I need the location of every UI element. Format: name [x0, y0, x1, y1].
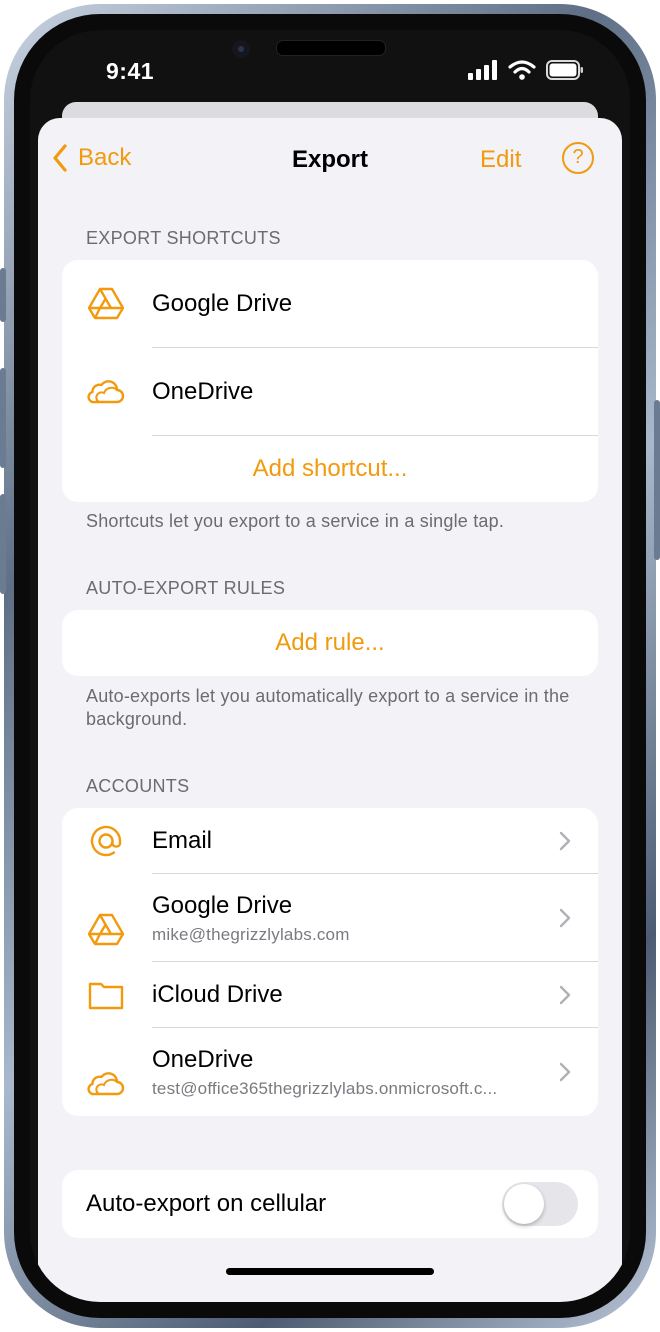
chevron-right-icon [559, 1062, 571, 1082]
account-row-icloud-drive[interactable]: iCloud Drive [62, 962, 598, 1028]
status-icons [468, 60, 584, 80]
shortcut-row-onedrive[interactable]: OneDrive [62, 348, 598, 436]
help-button[interactable]: ? [562, 142, 594, 174]
shortcut-label: OneDrive [152, 378, 254, 405]
account-row-email[interactable]: Email [62, 808, 598, 874]
account-label: Google Drive [152, 892, 293, 919]
question-mark-icon: ? [572, 146, 584, 168]
shortcut-label: Google Drive [152, 290, 293, 317]
google-drive-icon [87, 913, 125, 946]
toggle-knob [504, 1184, 544, 1224]
add-shortcut-button[interactable]: Add shortcut... [62, 436, 598, 502]
chevron-right-icon [559, 985, 571, 1005]
folder-icon [88, 982, 124, 1010]
wifi-icon [508, 60, 536, 80]
page-title: Export [291, 146, 368, 173]
account-subtitle: test@office365thegrizzlylabs.onmicrosoft… [152, 1079, 498, 1098]
battery-icon [546, 60, 583, 80]
accounts-header: ACCOUNTS [86, 776, 190, 796]
auto-export-cellular-label: Auto-export on cellular [86, 1190, 327, 1217]
account-subtitle: mike@thegrizzlylabs.com [152, 925, 350, 944]
export-sheet: Back Export Edit ? EXPORT SHORTCUTS Goog… [38, 118, 622, 1302]
auto-export-cellular-toggle[interactable] [502, 1182, 578, 1226]
home-indicator [226, 1268, 434, 1275]
navigation-bar: Back Export Edit ? [38, 118, 622, 202]
power-button [654, 400, 660, 560]
dynamic-island [276, 40, 386, 56]
onedrive-cloud-icon [87, 380, 125, 404]
export-shortcuts-header: EXPORT SHORTCUTS [86, 228, 281, 248]
account-label: OneDrive [152, 1046, 254, 1073]
auto-export-footer-note: Auto-exports let you automatically expor… [86, 686, 570, 729]
auto-export-rules-group: Add rule... [62, 610, 598, 676]
account-row-google-drive[interactable]: Google Drive mike@thegrizzlylabs.com [62, 874, 598, 962]
volume-up-button [0, 368, 6, 468]
auto-export-rules-header: AUTO-EXPORT RULES [86, 578, 286, 598]
account-label: iCloud Drive [152, 981, 283, 1008]
chevron-right-icon [559, 831, 571, 851]
screen: 9:41 Back Export Edit ? EXPORT SHORTCUTS… [30, 30, 630, 1302]
chevron-right-icon [559, 908, 571, 928]
account-label: Email [152, 827, 213, 854]
status-time: 9:41 [106, 58, 155, 84]
export-shortcuts-group: Google Drive OneDrive Add shortcut... [62, 260, 598, 502]
accounts-group: Email Google Drive mike@thegrizzlylabs.c… [62, 808, 598, 1116]
action-button [0, 268, 6, 322]
volume-down-button [0, 494, 6, 594]
google-drive-icon [87, 287, 125, 320]
edit-button[interactable]: Edit [480, 146, 521, 174]
front-camera [232, 40, 250, 58]
cellular-setting-group: Auto-export on cellular [62, 1170, 598, 1238]
at-sign-icon [90, 825, 122, 857]
cellular-signal-icon [468, 60, 497, 80]
account-row-onedrive[interactable]: OneDrive test@office365thegrizzlylabs.on… [62, 1028, 598, 1116]
shortcuts-footer-note: Shortcuts let you export to a service in… [86, 511, 505, 531]
onedrive-cloud-icon [87, 1072, 125, 1096]
shortcut-row-google-drive[interactable]: Google Drive [62, 260, 598, 348]
auto-export-cellular-row: Auto-export on cellular [62, 1170, 598, 1238]
add-rule-button[interactable]: Add rule... [62, 610, 598, 676]
